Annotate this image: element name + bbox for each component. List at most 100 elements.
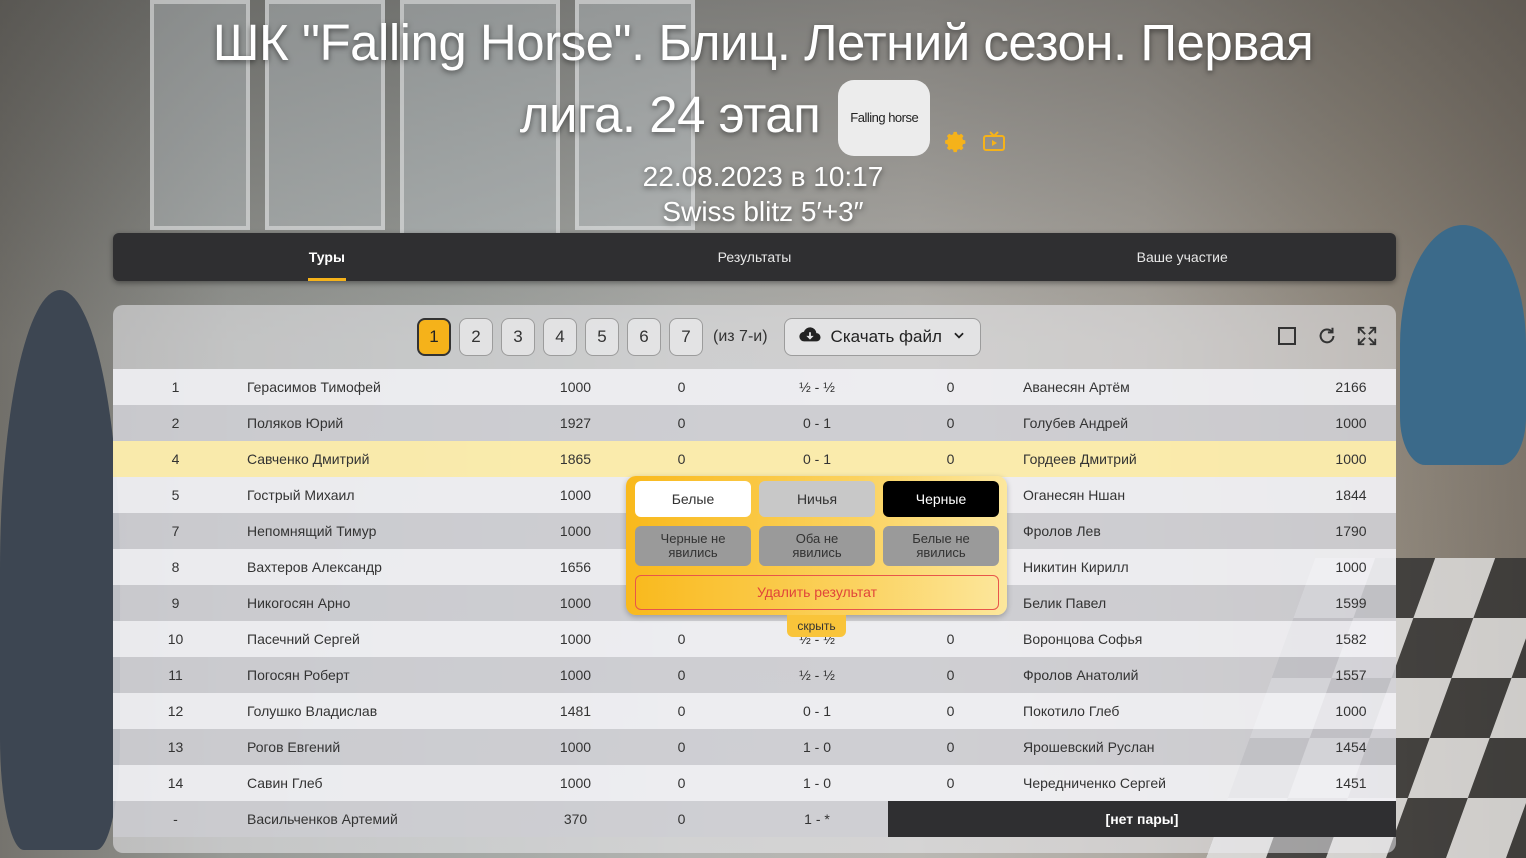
black-player: Воронцова Софья <box>1023 631 1143 647</box>
white-player: Поляков Юрий <box>247 415 344 431</box>
round-button-3[interactable]: 3 <box>501 318 535 356</box>
black-player: Фролов Лев <box>1023 523 1101 539</box>
black-rating: 1451 <box>1335 775 1367 791</box>
fullscreen-icon[interactable] <box>1356 325 1378 347</box>
tab-results[interactable]: Результаты <box>541 233 969 281</box>
game-result: 1 - * <box>804 811 830 827</box>
table-row-bye[interactable]: - Васильченков Артемий 370 0 1 - * [нет пары] <box>113 801 1396 837</box>
black-points: 0 <box>946 775 955 791</box>
both-no-show-button[interactable]: Оба не явились <box>759 526 875 566</box>
download-file-button[interactable]: Скачать файл <box>783 318 981 356</box>
white-rating: 1481 <box>559 703 592 719</box>
table-row[interactable]: 14 Савин Глеб 1000 0 1 - 0 0 Чередниченко Серг… <box>113 765 1396 801</box>
table-row[interactable]: 12 Голушко Владислав 1481 0 0 - 1 0 Покотило Г… <box>113 693 1396 729</box>
white-no-show-line-1: Белые не <box>912 531 970 546</box>
black-wins-button[interactable]: Черные <box>883 481 999 517</box>
game-result[interactable]: ½ - ½ <box>777 379 857 395</box>
title-line-1: ШК "Falling Horse". Блиц. Летний сезон. … <box>212 14 1314 71</box>
club-badge[interactable]: Falling horse <box>838 80 931 156</box>
white-points: 0 <box>677 775 686 791</box>
board-number: 12 <box>167 703 184 719</box>
round-button-2[interactable]: 2 <box>459 318 493 356</box>
game-result[interactable]: 1 - 0 <box>777 775 857 791</box>
table-row[interactable]: 2 Поляков Юрий 1927 0 0 - 1 0 Голубев Андрей 10… <box>113 405 1396 441</box>
gear-icon[interactable] <box>944 106 968 153</box>
white-player: Гострый Михаил <box>247 487 355 503</box>
tv-icon[interactable] <box>982 106 1006 151</box>
board-number: 5 <box>171 487 180 503</box>
black-no-show-button[interactable]: Черные не явились <box>635 526 751 566</box>
black-rating: 1000 <box>1335 451 1367 467</box>
white-rating: 1000 <box>559 523 592 539</box>
round-button-7[interactable]: 7 <box>669 318 703 356</box>
black-rating: 1790 <box>1335 523 1367 539</box>
black-rating: 1844 <box>1335 487 1367 503</box>
white-rating: 1000 <box>559 739 592 755</box>
round-button-6[interactable]: 6 <box>627 318 661 356</box>
black-no-show-line-1: Черные не <box>660 531 726 546</box>
white-points: 0 <box>677 703 686 719</box>
game-result[interactable]: 0 - 1 <box>777 415 857 431</box>
white-rating: 1000 <box>559 487 592 503</box>
game-result[interactable]: 0 - 1 <box>777 703 857 719</box>
tab-participation[interactable]: Ваше участие <box>968 233 1396 281</box>
black-points: 0 <box>946 415 955 431</box>
black-rating: 1599 <box>1335 595 1367 611</box>
board-number: 14 <box>167 775 184 791</box>
white-player: Савин Глеб <box>247 775 323 791</box>
round-button-1[interactable]: 1 <box>417 318 451 356</box>
white-player: Голушко Владислав <box>247 703 378 719</box>
white-no-show-button[interactable]: Белые не явились <box>883 526 999 566</box>
white-wins-button[interactable]: Белые <box>635 481 751 517</box>
white-points: 0 <box>677 451 686 467</box>
checkbox-icon[interactable] <box>1276 325 1298 347</box>
white-points: 0 <box>677 739 686 755</box>
download-file-label: Скачать файл <box>830 327 942 346</box>
draw-button[interactable]: Ничья <box>759 481 875 517</box>
table-row[interactable]: 11 Погосян Роберт 1000 0 ½ - ½ 0 Фролов Анатол… <box>113 657 1396 693</box>
no-pair-label: [нет пары] <box>888 801 1396 837</box>
tournament-date: 22.08.2023 в 10:17 <box>642 161 884 192</box>
black-points: 0 <box>946 739 955 755</box>
game-result[interactable]: 1 - 0 <box>777 739 857 755</box>
white-rating: 1000 <box>559 595 592 611</box>
black-points: 0 <box>946 703 955 719</box>
round-button-5[interactable]: 5 <box>585 318 619 356</box>
delete-result-button[interactable]: Удалить результат <box>635 575 999 610</box>
white-player: Никогосян Арно <box>247 595 351 611</box>
table-row-selected[interactable]: 4 Савченко Дмитрий 1865 0 0 - 1 0 Гордеев Дмит… <box>113 441 1396 477</box>
white-rating: 1000 <box>559 667 592 683</box>
black-points: 0 <box>946 379 955 395</box>
black-points: 0 <box>946 667 955 683</box>
tournament-title: ШК "Falling Horse". Блиц. Летний сезон. … <box>0 12 1526 156</box>
black-player: Покотило Глеб <box>1023 703 1120 719</box>
table-row[interactable]: 13 Рогов Евгений 1000 0 1 - 0 0 Ярошевский Рус… <box>113 729 1396 765</box>
white-rating: 370 <box>563 811 588 827</box>
table-row[interactable]: 10 Пасечний Сергей 1000 0 ½ - ½ 0 Воронцова Со… <box>113 621 1396 657</box>
round-button-4[interactable]: 4 <box>543 318 577 356</box>
white-player: Герасимов Тимофей <box>247 379 381 395</box>
cloud-download-icon <box>798 324 821 351</box>
board-number: 7 <box>171 523 180 539</box>
black-points: 0 <box>946 631 955 647</box>
white-player: Погосян Роберт <box>247 667 350 683</box>
round-pager: 1 2 3 4 5 6 7 (из 7-и) Скачать файл <box>417 318 981 356</box>
white-player: Савченко Дмитрий <box>247 451 370 467</box>
tab-rounds[interactable]: Туры <box>113 233 541 281</box>
black-player: Аванесян Артём <box>1023 379 1130 395</box>
tabs-bar: Туры Результаты Ваше участие <box>113 233 1396 281</box>
result-picker-popup: Белые Ничья Черные Черные не явились Оба … <box>626 476 1007 615</box>
black-player: Никитин Кирилл <box>1023 559 1129 575</box>
black-rating: 1557 <box>1335 667 1367 683</box>
game-result[interactable]: ½ - ½ <box>777 667 857 683</box>
board-number: 9 <box>171 595 180 611</box>
refresh-icon[interactable] <box>1316 325 1338 347</box>
table-row[interactable]: 1 Герасимов Тимофей 1000 0 ½ - ½ 0 Аванесян Ар… <box>113 369 1396 405</box>
white-points: 0 <box>677 379 686 395</box>
white-player: Непомнящий Тимур <box>247 523 377 539</box>
hide-popup-button[interactable]: скрыть <box>787 615 846 637</box>
rounds-total: (из 7-и) <box>713 328 768 345</box>
tournament-format: Swiss blitz 5′+3″ <box>662 196 864 227</box>
black-player: Ярошевский Руслан <box>1023 739 1155 755</box>
game-result[interactable]: 0 - 1 <box>777 451 857 467</box>
